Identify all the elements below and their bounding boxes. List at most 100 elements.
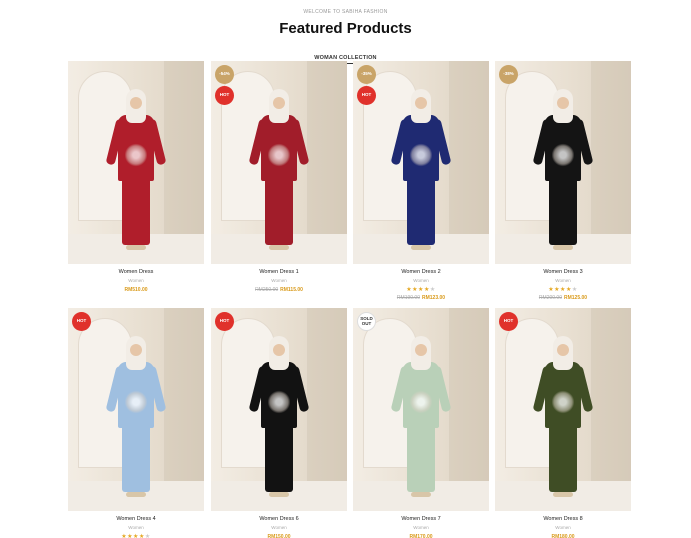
model-skirt	[549, 179, 577, 245]
product-info: Women Dress 4 Women ★★★★★	[68, 515, 204, 538]
product-card[interactable]: HOT Women Dress 8 Women RM180.00	[495, 308, 631, 538]
product-image[interactable]	[68, 61, 204, 264]
product-price: RM170.00	[353, 533, 489, 538]
product-name[interactable]: Women Dress	[68, 268, 204, 276]
model-figure	[532, 336, 594, 501]
model-face	[273, 97, 285, 109]
model-feet	[553, 245, 573, 250]
hot-badge: HOT	[215, 312, 234, 331]
product-image[interactable]: -54% HOT	[211, 61, 347, 264]
current-price: RM150.00	[267, 534, 291, 538]
discount-badge: -54%	[215, 65, 234, 84]
model-feet	[269, 492, 289, 497]
product-price: RM180.00	[495, 533, 631, 538]
hot-badge: HOT	[72, 312, 91, 331]
old-price: RM200.00	[538, 295, 562, 301]
discount-badge: -35%	[357, 65, 376, 84]
model-skirt	[265, 179, 293, 245]
product-name[interactable]: Women Dress 2	[353, 268, 489, 276]
old-price: RM190.00	[396, 295, 420, 301]
product-price: RM150.00	[211, 533, 347, 538]
current-price: RM125.00	[564, 295, 588, 301]
current-price: RM123.00	[422, 295, 446, 301]
model-feet	[553, 492, 573, 497]
model-face	[415, 344, 427, 356]
model-figure	[105, 336, 167, 501]
product-category[interactable]: Women	[211, 523, 347, 533]
product-category[interactable]: Women	[68, 523, 204, 533]
product-name[interactable]: Women Dress 7	[353, 515, 489, 523]
embroidery-pattern	[268, 143, 290, 167]
product-price: RM510.00	[68, 286, 204, 295]
product-info: Women Dress Women RM510.00	[68, 268, 204, 295]
model-figure	[390, 336, 452, 501]
product-image[interactable]: -38%	[495, 61, 631, 264]
product-category[interactable]: Women	[353, 523, 489, 533]
product-name[interactable]: Women Dress 1	[211, 268, 347, 276]
welcome-text: WELCOME TO SABIHA FASHION	[303, 9, 388, 15]
product-info: Women Dress 7 Women RM170.00	[353, 515, 489, 538]
model-skirt	[407, 426, 435, 492]
product-image[interactable]: HOT	[68, 308, 204, 511]
product-card[interactable]: -35% HOT Women Dress 2 Women ★★★★★ RM190.00 RM…	[353, 61, 489, 303]
current-price: RM170.00	[409, 534, 433, 538]
hot-badge: HOT	[499, 312, 518, 331]
model-skirt	[549, 426, 577, 492]
product-price: RM250.00 RM115.00	[211, 286, 347, 295]
model-face	[557, 344, 569, 356]
product-category[interactable]: Women	[211, 276, 347, 286]
model-face	[415, 97, 427, 109]
model-figure	[105, 89, 167, 254]
model-feet	[269, 245, 289, 250]
product-card[interactable]: HOT Women Dress 6 Women RM150.00	[211, 308, 347, 538]
model-feet	[411, 245, 431, 250]
current-price: RM180.00	[551, 534, 575, 538]
model-feet	[126, 245, 146, 250]
rating-stars: ★★★★★	[68, 533, 204, 538]
current-price: RM510.00	[124, 287, 148, 293]
product-category[interactable]: Women	[353, 276, 489, 286]
star-icon: ★	[429, 287, 436, 293]
product-category[interactable]: Women	[495, 523, 631, 533]
model-skirt	[407, 179, 435, 245]
star-icon: ★	[144, 534, 151, 538]
section-title: Featured Products	[279, 20, 412, 37]
discount-badge: -38%	[499, 65, 518, 84]
sold-out-badge: SOLD OUT	[357, 312, 376, 331]
product-info: Women Dress 8 Women RM180.00	[495, 515, 631, 538]
product-info: Women Dress 2 Women ★★★★★ RM190.00 RM123.00	[353, 268, 489, 303]
product-info: Women Dress 6 Women RM150.00	[211, 515, 347, 538]
product-card[interactable]: -54% HOT Women Dress 1 Women RM250.00 RM115.0…	[211, 61, 347, 295]
product-category[interactable]: Women	[495, 276, 631, 286]
model-face	[130, 97, 142, 109]
rating-stars: ★★★★★	[495, 286, 631, 294]
hot-badge: HOT	[357, 86, 376, 105]
product-image[interactable]: HOT	[495, 308, 631, 511]
model-figure	[532, 89, 594, 254]
model-figure	[248, 89, 310, 254]
rating-stars: ★★★★★	[353, 286, 489, 294]
product-image[interactable]: SOLD OUT	[353, 308, 489, 511]
product-image[interactable]: -35% HOT	[353, 61, 489, 264]
embroidery-pattern	[125, 390, 147, 414]
model-skirt	[122, 179, 150, 245]
product-card[interactable]: SOLD OUT Women Dress 7 Women RM170.00	[353, 308, 489, 538]
product-card[interactable]: HOT Women Dress 4 Women ★★★★★	[68, 308, 204, 538]
model-figure	[248, 336, 310, 501]
product-name[interactable]: Women Dress 8	[495, 515, 631, 523]
model-figure	[390, 89, 452, 254]
hot-badge: HOT	[215, 86, 234, 105]
product-name[interactable]: Women Dress 3	[495, 268, 631, 276]
product-category[interactable]: Women	[68, 276, 204, 286]
embroidery-pattern	[125, 143, 147, 167]
model-face	[130, 344, 142, 356]
model-feet	[411, 492, 431, 497]
product-name[interactable]: Women Dress 6	[211, 515, 347, 523]
product-card[interactable]: Women Dress Women RM510.00	[68, 61, 204, 295]
embroidery-pattern	[552, 143, 574, 167]
product-name[interactable]: Women Dress 4	[68, 515, 204, 523]
current-price: RM115.00	[280, 287, 303, 293]
product-price: RM200.00 RM125.00	[495, 294, 631, 303]
product-image[interactable]: HOT	[211, 308, 347, 511]
product-card[interactable]: -38% Women Dress 3 Women ★★★★★ RM200.00 RM125…	[495, 61, 631, 303]
